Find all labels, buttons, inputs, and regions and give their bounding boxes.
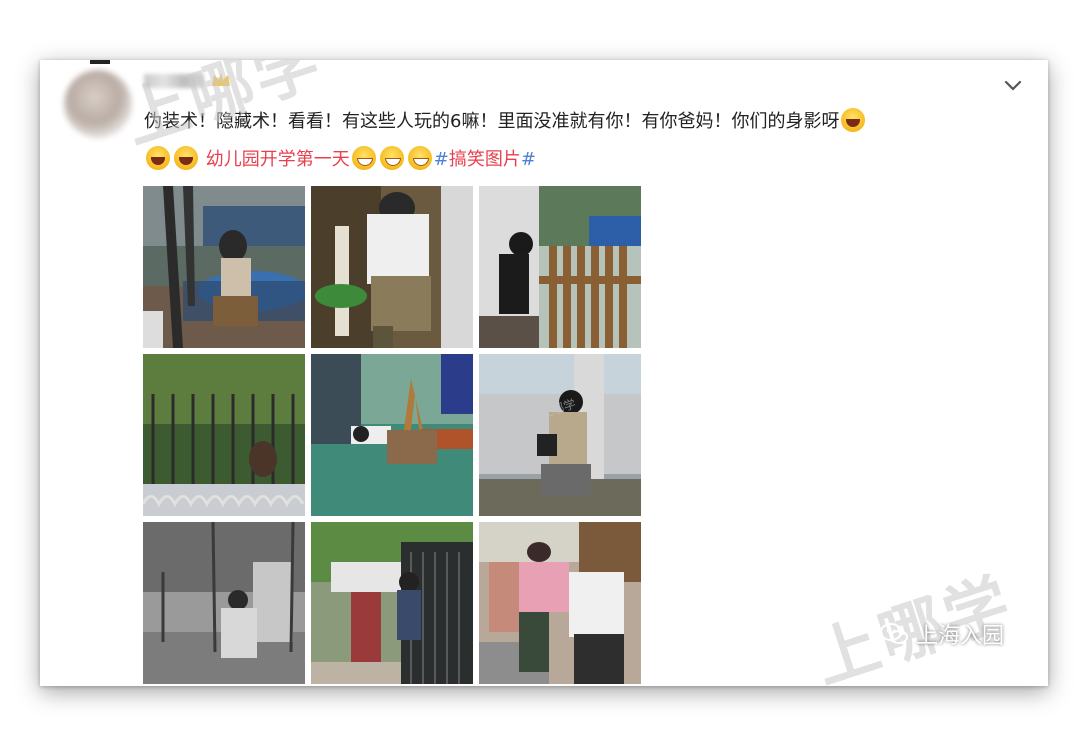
photo-grid — [143, 186, 641, 686]
laughing-face-emoji — [841, 108, 866, 132]
hashtag-open[interactable]: # — [434, 149, 449, 170]
weibo-post-card: 伪装术！隐藏术！看看！有这些人玩的6嘛！里面没准就有你！有你爸妈！你们的身影呀 … — [40, 60, 1048, 686]
photo-thumbnail[interactable] — [311, 522, 473, 684]
photo-thumbnail[interactable] — [143, 354, 305, 516]
chevron-down-icon[interactable] — [1004, 76, 1022, 94]
grinning-face-emoji — [407, 146, 432, 170]
grinning-face-emoji — [379, 146, 404, 170]
brand-label: 上海入园 — [879, 618, 1004, 650]
brand-text: 上海入园 — [915, 624, 1004, 649]
photo-thumbnail[interactable] — [143, 186, 305, 348]
photo-thumbnail[interactable] — [311, 354, 473, 516]
post-text-line2: 幼儿园开学第一天 #搞笑图片# — [144, 146, 536, 173]
photo-thumbnail[interactable] — [143, 522, 305, 684]
photo-thumbnail[interactable] — [479, 522, 641, 684]
laughing-face-emoji — [174, 146, 198, 170]
screenshot-stage: 伪装术！隐藏术！看看！有这些人玩的6嘛！里面没准就有你！有你爸妈！你们的身影呀 … — [0, 0, 1085, 736]
photo-thumbnail[interactable] — [311, 186, 473, 348]
hashtag-close[interactable]: # — [521, 149, 536, 170]
topic-link[interactable]: 幼儿园开学第一天 — [206, 149, 350, 170]
grinning-face-emoji — [351, 146, 376, 170]
wechat-icon — [879, 623, 908, 645]
hashtag-link[interactable]: 搞笑图片 — [449, 149, 521, 170]
avatar-redaction-mark — [90, 60, 110, 64]
photo-thumbnail[interactable] — [479, 354, 641, 516]
photo-thumbnail[interactable] — [479, 186, 641, 348]
